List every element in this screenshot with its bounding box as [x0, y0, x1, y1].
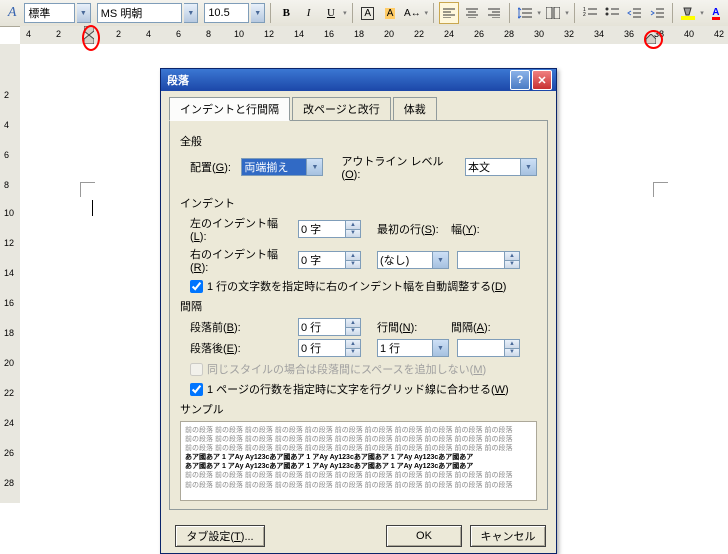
- line-spacing-button[interactable]: [515, 2, 535, 24]
- annotation-circle-left: [82, 25, 100, 51]
- snap-to-grid-checkbox[interactable]: 1 ページの行数を指定時に文字を行グリッド線に合わせる(W): [190, 381, 537, 397]
- spin-down-icon[interactable]: ▼: [346, 261, 360, 269]
- alignment-label: 配置(G):: [190, 159, 237, 175]
- hanging-width-input[interactable]: ▲▼: [457, 251, 520, 269]
- dialog-tabs: インデントと行間隔 改ページと改行 体裁: [161, 91, 556, 121]
- sample-preview: 前の段落 前の段落 前の段落 前の段落 前の段落 前の段落 前の段落 前の段落 …: [180, 421, 537, 501]
- spin-down-icon[interactable]: ▼: [346, 230, 360, 238]
- numbered-list-button[interactable]: 12: [580, 2, 600, 24]
- bold-button[interactable]: B: [276, 2, 296, 24]
- close-button[interactable]: ✕: [532, 70, 552, 90]
- dialog-title: 段落: [165, 72, 508, 88]
- columns-button[interactable]: [543, 2, 563, 24]
- first-line-label: 最初の行(S):: [377, 221, 447, 237]
- font-select[interactable]: MS 明朝: [97, 3, 183, 23]
- outline-level-label: アウトライン レベル(O):: [341, 153, 461, 181]
- chevron-down-icon[interactable]: ▼: [307, 158, 323, 176]
- style-icon[interactable]: A: [2, 2, 22, 24]
- spin-up-icon[interactable]: ▲: [505, 252, 519, 261]
- ok-button[interactable]: OK: [386, 525, 462, 547]
- cancel-button[interactable]: キャンセル: [470, 525, 546, 547]
- space-after-label: 段落後(E):: [190, 340, 254, 356]
- spin-up-icon[interactable]: ▲: [505, 340, 519, 349]
- text-cursor: [92, 200, 93, 216]
- right-indent-input[interactable]: ▲▼: [298, 251, 361, 269]
- tab-content: 全般 配置(G): ▼ アウトライン レベル(O): ▼ インデント 左のインデ…: [169, 120, 548, 510]
- bullet-list-button[interactable]: [602, 2, 622, 24]
- spin-up-icon[interactable]: ▲: [346, 221, 360, 230]
- no-space-same-style-checkbox: 同じスタイルの場合は段落間にスペースを追加しない(M): [190, 361, 537, 377]
- horizontal-ruler: 4 2 2 4 6 8 10 12 14 16 18 20 22 24 26 2…: [20, 26, 728, 45]
- tab-layout[interactable]: 体裁: [393, 97, 437, 121]
- spacing-label: 間隔: [180, 298, 537, 314]
- decrease-indent-button[interactable]: [624, 2, 644, 24]
- char-border-button[interactable]: A: [358, 2, 378, 24]
- char-scaling-button[interactable]: A↔: [402, 2, 422, 24]
- outline-level-select[interactable]: ▼: [465, 158, 537, 176]
- tab-settings-button[interactable]: タブ設定(T)...: [175, 525, 265, 547]
- line-at-label: 間隔(A):: [451, 319, 491, 335]
- spin-down-icon[interactable]: ▼: [505, 349, 519, 357]
- italic-button[interactable]: I: [298, 2, 318, 24]
- align-right-button[interactable]: [484, 2, 504, 24]
- font-dropdown-arrow[interactable]: ▼: [184, 3, 198, 23]
- left-indent-input[interactable]: ▲▼: [298, 220, 361, 238]
- size-dropdown-arrow[interactable]: ▼: [251, 3, 265, 23]
- tab-page-breaks[interactable]: 改ページと改行: [292, 97, 391, 121]
- right-indent-label: 右のインデント幅(R):: [190, 246, 294, 274]
- highlight-button[interactable]: [678, 2, 698, 24]
- char-shading-button[interactable]: A: [380, 2, 400, 24]
- underline-button[interactable]: U: [321, 2, 341, 24]
- first-line-select[interactable]: ▼: [377, 251, 449, 269]
- spin-up-icon[interactable]: ▲: [346, 319, 360, 328]
- indent-label: インデント: [180, 195, 537, 211]
- chevron-down-icon[interactable]: ▼: [521, 158, 537, 176]
- style-select[interactable]: 標準: [24, 3, 75, 23]
- space-before-label: 段落前(B):: [190, 319, 254, 335]
- help-button[interactable]: ?: [510, 70, 530, 90]
- left-indent-label: 左のインデント幅(L):: [190, 215, 294, 243]
- font-color-button[interactable]: A: [706, 2, 726, 24]
- line-at-input[interactable]: ▲▼: [457, 339, 520, 357]
- general-label: 全般: [180, 133, 537, 149]
- increase-indent-button[interactable]: [647, 2, 667, 24]
- paragraph-dialog: 段落 ? ✕ インデントと行間隔 改ページと改行 体裁 全般 配置(G): ▼ …: [160, 68, 557, 554]
- spin-down-icon[interactable]: ▼: [346, 328, 360, 336]
- space-before-input[interactable]: ▲▼: [298, 318, 361, 336]
- vertical-ruler: 2 4 6 8 10 12 14 16 18 20 22 24 26 28: [0, 44, 21, 503]
- main-toolbar: A 標準▼ MS 明朝▼ 10.5▼ B I U ▾ A A A↔ ▾ ▾ ▾ …: [0, 0, 728, 27]
- annotation-circle-right: [644, 30, 663, 49]
- dialog-titlebar[interactable]: 段落 ? ✕: [161, 69, 556, 91]
- line-spacing-select[interactable]: ▼: [377, 339, 449, 357]
- auto-adjust-indent-checkbox[interactable]: 1 行の文字数を指定時に右のインデント幅を自動調整する(D): [190, 278, 537, 294]
- chevron-down-icon[interactable]: ▼: [433, 339, 449, 357]
- space-after-input[interactable]: ▲▼: [298, 339, 361, 357]
- style-dropdown-arrow[interactable]: ▼: [77, 3, 91, 23]
- dialog-button-row: タブ設定(T)... OK キャンセル: [161, 519, 556, 553]
- spin-up-icon[interactable]: ▲: [346, 340, 360, 349]
- line-spacing-label: 行間(N):: [377, 319, 447, 335]
- chevron-down-icon[interactable]: ▼: [433, 251, 449, 269]
- align-left-button[interactable]: [439, 2, 459, 24]
- hanging-width-label: 幅(Y):: [451, 221, 487, 237]
- sample-label: サンプル: [180, 401, 537, 417]
- spin-down-icon[interactable]: ▼: [505, 261, 519, 269]
- align-center-button[interactable]: [461, 2, 481, 24]
- tab-indent-spacing[interactable]: インデントと行間隔: [169, 97, 290, 121]
- spin-down-icon[interactable]: ▼: [346, 349, 360, 357]
- svg-text:2: 2: [583, 12, 586, 18]
- alignment-select[interactable]: ▼: [241, 158, 323, 176]
- spin-up-icon[interactable]: ▲: [346, 252, 360, 261]
- size-select[interactable]: 10.5: [204, 3, 249, 23]
